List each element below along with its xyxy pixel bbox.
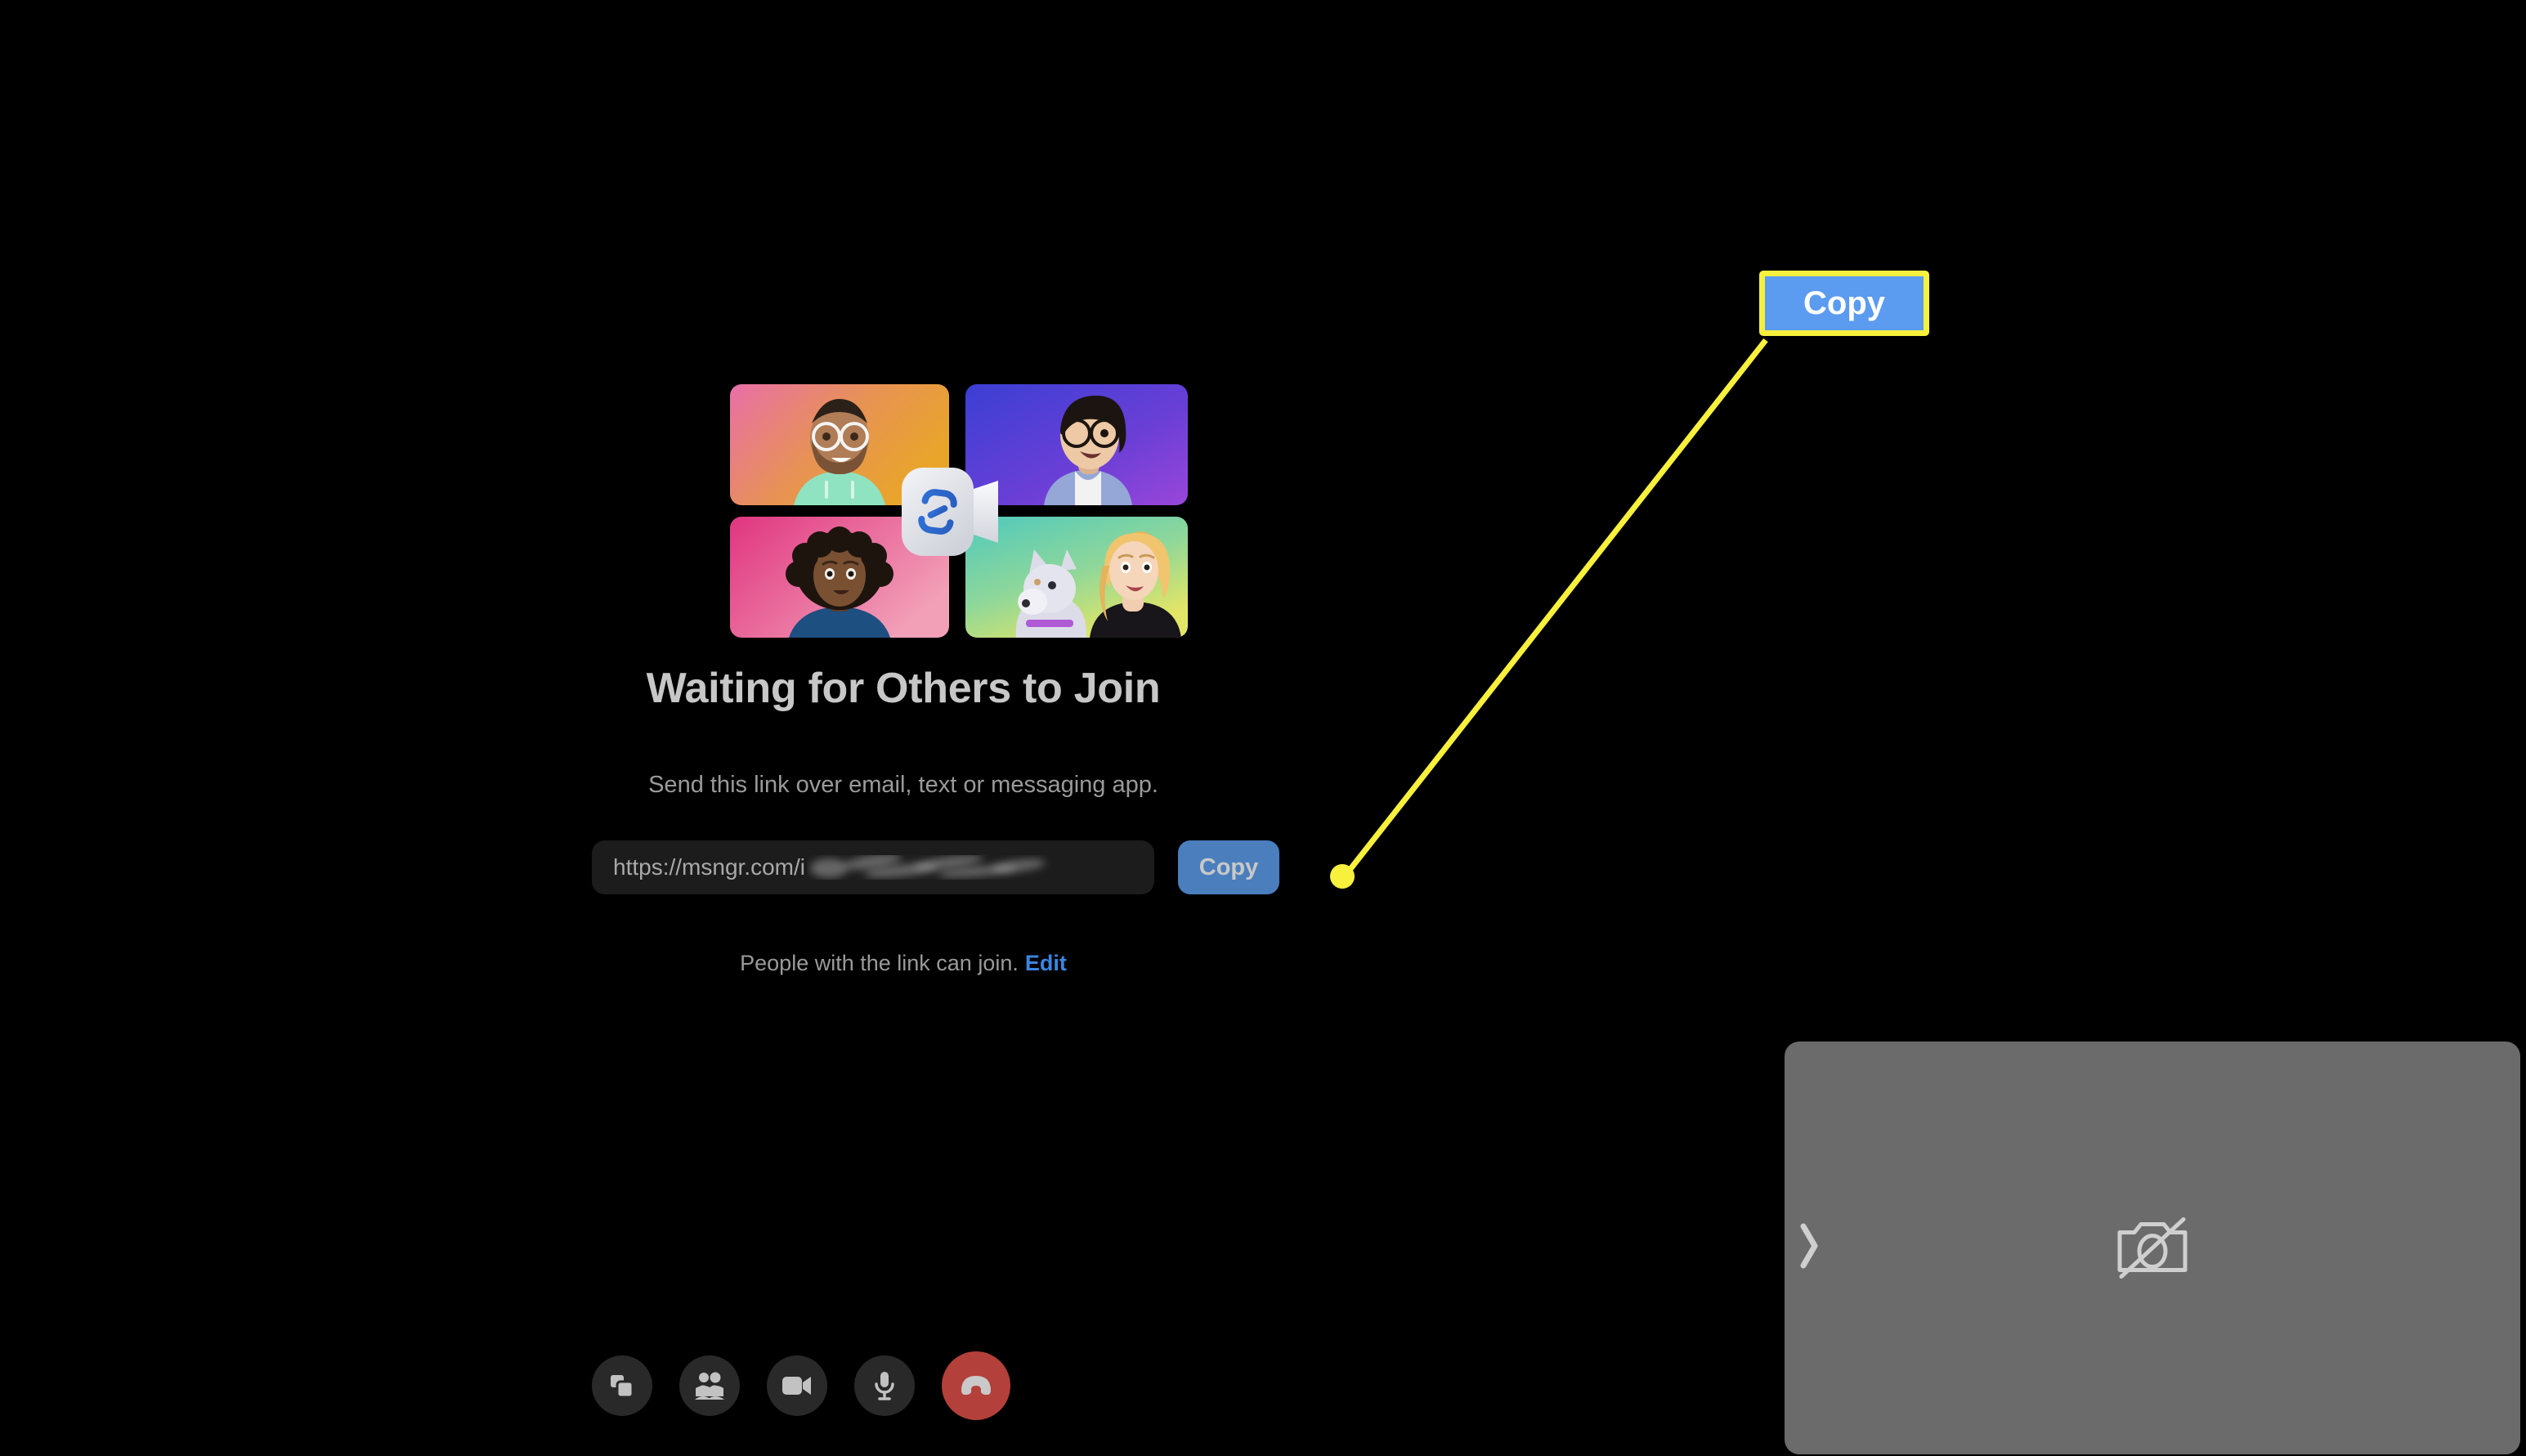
edit-permission-link[interactable]: Edit	[1025, 951, 1067, 975]
screen-share-icon	[607, 1371, 637, 1400]
camera-off-icon	[2113, 1212, 2192, 1284]
share-link-row: https://msngr.com/i Copy	[592, 840, 1344, 911]
link-icon	[898, 461, 1003, 562]
copy-button[interactable]: Copy	[1178, 840, 1279, 894]
page-subtitle: Send this link over email, text or messa…	[648, 772, 1158, 798]
end-call-button[interactable]	[942, 1351, 1010, 1420]
microphone-button[interactable]	[854, 1355, 915, 1416]
annotation-callout-label: Copy	[1803, 285, 1885, 321]
share-link-input[interactable]: https://msngr.com/i	[592, 840, 1154, 894]
self-view-panel[interactable]	[1785, 1042, 2520, 1454]
screen-share-button[interactable]	[592, 1355, 652, 1416]
video-camera-icon	[782, 1373, 813, 1398]
self-view-collapse-handle[interactable]	[1791, 1216, 1827, 1281]
microphone-icon	[872, 1370, 897, 1401]
share-link-redacted-region	[807, 855, 1052, 880]
video-button[interactable]	[767, 1355, 827, 1416]
call-toolbar	[592, 1333, 1328, 1439]
people-icon	[694, 1370, 725, 1401]
waiting-for-others-screen: Waiting for Others to Join Send this lin…	[0, 0, 1807, 1456]
share-link-visible-text: https://msngr.com/i	[613, 854, 805, 880]
participants-button[interactable]	[679, 1355, 740, 1416]
annotation-callout-copy[interactable]: Copy	[1759, 271, 1929, 336]
chevron-right-icon	[1798, 1222, 1820, 1274]
share-permission-text: People with the link can join.	[740, 951, 1019, 975]
phone-hangup-icon	[959, 1374, 993, 1397]
video-call-link-illustration	[730, 384, 1188, 638]
page-title: Waiting for Others to Join	[646, 665, 1161, 712]
share-permission-note: People with the link can join. Edit	[0, 951, 1807, 976]
